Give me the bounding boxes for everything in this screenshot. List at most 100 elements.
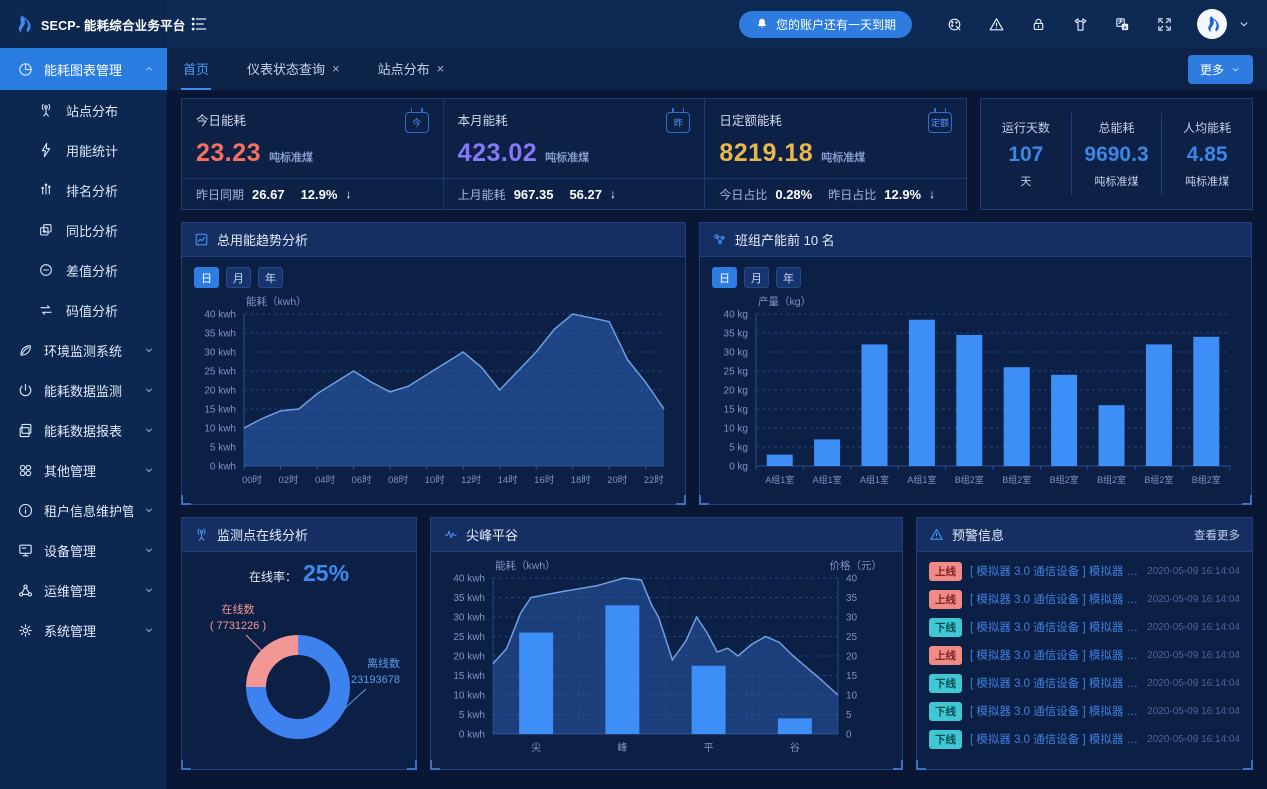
svg-text:20 kwh: 20 kwh bbox=[453, 652, 485, 663]
alert-row[interactable]: 上线[ 模拟器 3.0 通信设备 ] 模拟器 3.0...2020-05-09 … bbox=[917, 641, 1252, 669]
stat-footer-item: 上月能耗967.35 bbox=[458, 186, 554, 203]
sidebar-group-其他管理[interactable]: 其他管理 bbox=[0, 450, 167, 490]
period-tab-年[interactable]: 年 bbox=[258, 267, 283, 288]
alert-time: 2020-05-09 16:14:04 bbox=[1147, 734, 1240, 745]
period-tab-月[interactable]: 月 bbox=[744, 267, 769, 288]
svg-text:08时: 08时 bbox=[388, 474, 409, 486]
more-button[interactable]: 更多 bbox=[1188, 55, 1253, 84]
sidebar-group-系统管理[interactable]: 系统管理 bbox=[0, 610, 167, 650]
alert-time: 2020-05-09 16:14:04 bbox=[1147, 650, 1240, 661]
online-analysis-panel: 监测点在线分析 在线率： 25% 在线数( 7731226 )离线数231936… bbox=[181, 517, 417, 770]
svg-text:22时: 22时 bbox=[644, 474, 665, 486]
svg-text:A组1室: A组1室 bbox=[813, 474, 842, 485]
view-more-link[interactable]: 查看更多 bbox=[1194, 527, 1240, 543]
summary-unit: 吨标准煤 bbox=[1074, 173, 1160, 189]
down-arrow-icon: ↓ bbox=[610, 187, 616, 201]
flame-logo-icon bbox=[12, 13, 34, 35]
peak-panel-body: 0 kwh05 kwh510 kwh1015 kwh1520 kwh2025 k… bbox=[431, 552, 902, 768]
sidebar-group-能耗数据报表[interactable]: 能耗数据报表 bbox=[0, 410, 167, 450]
sidebar-group-label: 能耗数据监测 bbox=[44, 381, 133, 400]
svg-text:10: 10 bbox=[846, 691, 858, 702]
status-badge: 下线 bbox=[929, 730, 962, 749]
status-badge: 上线 bbox=[929, 562, 962, 581]
alerts-list: 上线 [ 模拟器 3.0 通信设备 ] 模拟器 3.0... 2020-05-09 … bbox=[917, 552, 1252, 753]
language-icon[interactable]: A bbox=[1114, 16, 1131, 33]
sidebar-group-环境监测系统[interactable]: 环境监测系统 bbox=[0, 330, 167, 370]
alert-row[interactable]: 下线[ 模拟器 3.0 通信设备 ] 模拟器 3.0...2020-05-09 … bbox=[917, 697, 1252, 725]
notification-pill[interactable]: 您的账户还有一天到期 bbox=[739, 11, 912, 38]
sidebar-group-设备管理[interactable]: 设备管理 bbox=[0, 530, 167, 570]
status-badge: 上线 bbox=[929, 646, 962, 665]
sidebar-group-租户信息维护管理[interactable]: 租户信息维护管理 bbox=[0, 490, 167, 530]
alert-time: 2020-05-09 16:14:04 bbox=[1147, 566, 1240, 577]
alert-time: 2020-05-09 16:14:04 bbox=[1147, 706, 1240, 717]
sidebar-item-用能统计[interactable]: 用能统计 bbox=[0, 130, 167, 170]
trend-panel: 总用能趋势分析 日月年0 kwh5 kwh10 kwh15 kwh20 kwh2… bbox=[181, 222, 686, 505]
charts-row-2: 监测点在线分析 在线率： 25% 在线数( 7731226 )离线数231936… bbox=[181, 517, 1253, 770]
svg-text:40: 40 bbox=[846, 574, 858, 585]
palette-icon[interactable] bbox=[946, 16, 963, 33]
tab-首页[interactable]: 首页 bbox=[181, 48, 211, 90]
online-donut-chart: 在线数( 7731226 )离线数23193678 bbox=[194, 587, 404, 767]
skin-icon[interactable] bbox=[1072, 16, 1089, 33]
chevron-down-icon[interactable] bbox=[1237, 17, 1251, 31]
tab-仪表状态查询[interactable]: 仪表状态查询× bbox=[245, 48, 342, 90]
svg-text:A组1室: A组1室 bbox=[907, 474, 936, 485]
period-tabs: 日月年 bbox=[712, 257, 1239, 288]
bell-icon bbox=[755, 17, 769, 31]
sidebar-group-运维管理[interactable]: 运维管理 bbox=[0, 570, 167, 610]
sidebar-item-码值分析[interactable]: 码值分析 bbox=[0, 290, 167, 330]
svg-text:12时: 12时 bbox=[461, 474, 482, 486]
tab-站点分布[interactable]: 站点分布× bbox=[376, 48, 447, 90]
sidebar-item-排名分析[interactable]: 排名分析 bbox=[0, 170, 167, 210]
sidebar-item-label: 差值分析 bbox=[66, 261, 118, 280]
sidebar-item-label: 用能统计 bbox=[66, 141, 118, 160]
svg-text:5 kwh: 5 kwh bbox=[459, 710, 485, 721]
sidebar-item-站点分布[interactable]: 站点分布 bbox=[0, 90, 167, 130]
menu-collapse-icon[interactable] bbox=[189, 14, 209, 34]
sidebar-item-同比分析[interactable]: 同比分析 bbox=[0, 210, 167, 250]
close-tab-icon[interactable]: × bbox=[332, 62, 340, 75]
svg-text:产量（kg）: 产量（kg） bbox=[758, 295, 811, 308]
peak-combo-chart: 0 kwh05 kwh510 kwh1015 kwh1520 kwh2025 k… bbox=[443, 552, 888, 768]
alert-row[interactable]: 上线[ 模拟器 3.0 通信设备 ] 模拟器 3.0...2020-05-09 … bbox=[917, 585, 1252, 613]
sidebar-nav: 能耗图表管理站点分布用能统计排名分析同比分析差值分析码值分析环境监测系统能耗数据… bbox=[0, 48, 167, 789]
fullscreen-icon[interactable] bbox=[1156, 16, 1173, 33]
alert-row[interactable]: 上线[ 模拟器 3.0 通信设备 ] 模拟器 3.0...2020-05-09 … bbox=[917, 557, 1252, 585]
svg-text:25 kwh: 25 kwh bbox=[453, 632, 485, 643]
alert-row[interactable]: 下线[ 模拟器 3.0 通信设备 ] 模拟器 3.0...2020-05-09 … bbox=[917, 669, 1252, 697]
warning-icon[interactable] bbox=[988, 16, 1005, 33]
dup-icon bbox=[38, 222, 54, 238]
lock-icon[interactable] bbox=[1030, 16, 1047, 33]
svg-text:23193678: 23193678 bbox=[351, 674, 400, 686]
sidebar-group-label: 租户信息维护管理 bbox=[44, 501, 133, 520]
avatar[interactable] bbox=[1197, 9, 1227, 39]
period-tab-日[interactable]: 日 bbox=[194, 267, 219, 288]
svg-text:20时: 20时 bbox=[607, 474, 628, 486]
sidebar-item-差值分析[interactable]: 差值分析 bbox=[0, 250, 167, 290]
chevron-down-icon bbox=[143, 424, 155, 436]
trend-area-chart: 0 kwh5 kwh10 kwh15 kwh20 kwh25 kwh30 kwh… bbox=[194, 288, 675, 500]
calendar-icon: 昨 bbox=[666, 112, 690, 133]
alert-time: 2020-05-09 16:14:04 bbox=[1147, 678, 1240, 689]
alert-time: 2020-05-09 16:14:04 bbox=[1147, 622, 1240, 633]
period-tab-日[interactable]: 日 bbox=[712, 267, 737, 288]
sidebar-group-能耗数据监测[interactable]: 能耗数据监测 bbox=[0, 370, 167, 410]
tab-label: 首页 bbox=[183, 59, 209, 78]
alert-row[interactable]: 下线[ 模拟器 3.0 通信设备 ] 模拟器 3.0...2020-05-09 … bbox=[917, 725, 1252, 753]
chevron-up-icon bbox=[143, 63, 155, 75]
alert-message: [ 模拟器 3.0 通信设备 ] 模拟器 3.0... bbox=[970, 703, 1139, 719]
stat-card-今日能耗: 今日能耗今23.23吨标准煤昨日同期26.6712.9%↓ bbox=[182, 99, 444, 209]
leaf-icon bbox=[17, 342, 34, 359]
period-tab-年[interactable]: 年 bbox=[776, 267, 801, 288]
stat-card-日定额能耗: 日定额能耗定额8219.18吨标准煤今日占比0.28%昨日占比12.9%↓ bbox=[705, 99, 966, 209]
close-tab-icon[interactable]: × bbox=[437, 62, 445, 75]
info-icon bbox=[17, 502, 34, 519]
svg-text:B组2室: B组2室 bbox=[1002, 474, 1031, 485]
alert-row[interactable]: 下线[ 模拟器 3.0 通信设备 ] 模拟器 3.0...2020-05-09 … bbox=[917, 613, 1252, 641]
svg-text:峰: 峰 bbox=[617, 742, 627, 754]
sidebar-group-能耗图表管理[interactable]: 能耗图表管理 bbox=[0, 48, 167, 90]
svg-text:0: 0 bbox=[846, 730, 852, 741]
period-tab-月[interactable]: 月 bbox=[226, 267, 251, 288]
svg-text:B组2室: B组2室 bbox=[1050, 474, 1079, 485]
